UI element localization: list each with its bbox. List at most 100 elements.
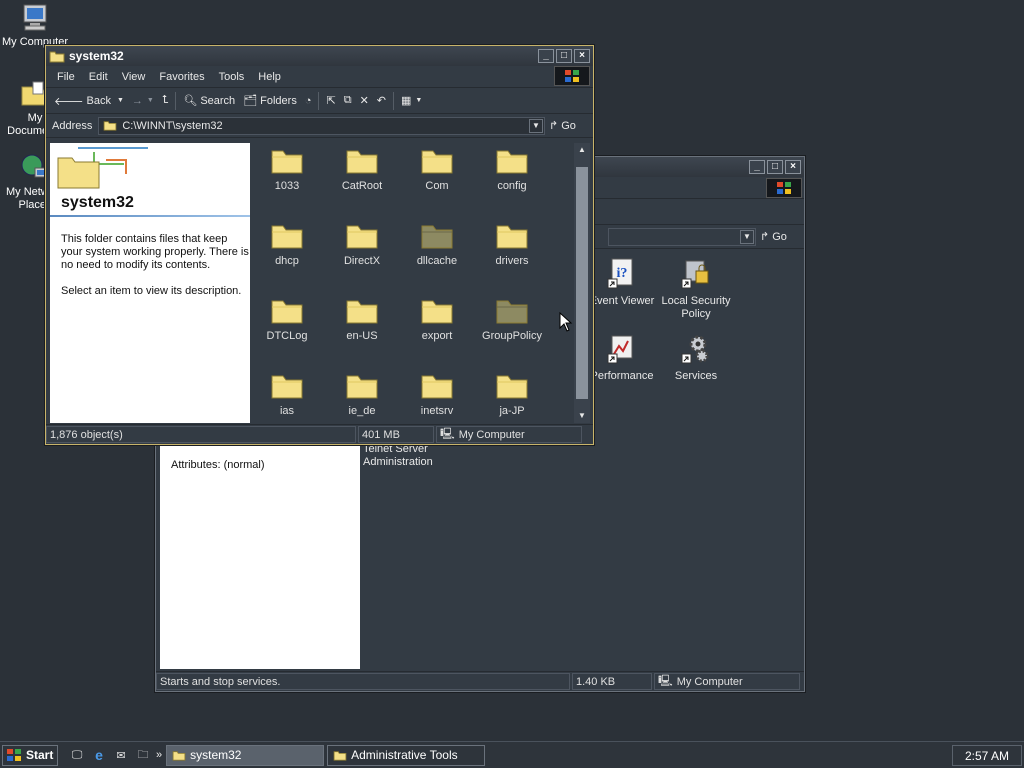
- internet-explorer-icon[interactable]: e: [90, 746, 108, 764]
- folder-item[interactable]: ie_de: [327, 372, 397, 417]
- undo-button[interactable]: ↶: [373, 91, 390, 111]
- show-desktop-icon[interactable]: 🖵: [68, 746, 86, 764]
- folder-icon: [421, 300, 453, 324]
- scroll-thumb[interactable]: [576, 167, 588, 399]
- local-security-policy-item[interactable]: Local Security Policy: [656, 257, 736, 321]
- menu-file[interactable]: File: [50, 71, 82, 83]
- folder-item[interactable]: Com: [402, 147, 472, 192]
- panel-heading: system32: [61, 194, 134, 211]
- telnet-server-administration-label[interactable]: Telnet Server Administration: [363, 443, 443, 469]
- mouse-cursor-icon: [559, 312, 573, 332]
- back-button[interactable]: 🡐 Back ▼: [50, 91, 128, 111]
- chevron-down-icon[interactable]: ▼: [147, 97, 154, 104]
- outlook-express-icon[interactable]: ✉: [112, 746, 130, 764]
- folder-item[interactable]: DirectX: [327, 222, 397, 267]
- menu-favorites[interactable]: Favorites: [152, 71, 211, 83]
- folder-label: DTCLog: [266, 330, 308, 342]
- chevron-down-icon[interactable]: ▼: [117, 97, 124, 104]
- folder-item[interactable]: DTCLog: [252, 297, 322, 342]
- folder-item[interactable]: 1033: [252, 147, 322, 192]
- quick-launch-chevron-icon[interactable]: »: [156, 749, 162, 761]
- close-button[interactable]: ×: [785, 160, 801, 174]
- system32-window[interactable]: system32 _ □ × File Edit View Favorites …: [45, 45, 594, 445]
- folders-button[interactable]: 🗂︎ Folders: [239, 91, 301, 111]
- back-go-button[interactable]: ↱ Go: [760, 230, 804, 244]
- maximize-button[interactable]: □: [767, 160, 783, 174]
- folder-icon: [346, 375, 378, 399]
- chevron-down-icon[interactable]: ▼: [529, 118, 543, 133]
- folder-label: ie_de: [348, 405, 376, 417]
- close-button[interactable]: ×: [574, 49, 590, 63]
- move-to-button[interactable]: ⇱: [322, 91, 339, 111]
- folder-icon: [496, 150, 528, 174]
- attributes-text: Attributes: (normal): [171, 459, 265, 471]
- folder-item[interactable]: dllcache: [402, 222, 472, 267]
- folder-info-panel: system32 This folder contains files that…: [50, 143, 250, 423]
- menu-tools[interactable]: Tools: [212, 71, 252, 83]
- folder-item[interactable]: inetsrv: [402, 372, 472, 417]
- folder-item[interactable]: drivers: [477, 222, 547, 267]
- taskbar: Start 🖵 e ✉ 🗀 » system32 Administrative T…: [0, 741, 1024, 768]
- folder-item[interactable]: dhcp: [252, 222, 322, 267]
- scroll-up-button[interactable]: ▲: [574, 143, 590, 157]
- forward-arrow-icon: →: [131, 94, 143, 107]
- chevron-down-icon[interactable]: ▼: [415, 97, 422, 104]
- folder-icon: [172, 750, 186, 761]
- event-viewer-label: Event Viewer: [589, 295, 655, 307]
- folder-label: GroupPolicy: [482, 330, 542, 342]
- go-button[interactable]: ↱ Go: [549, 119, 593, 133]
- system-clock[interactable]: 2:57 AM: [952, 745, 1022, 766]
- folder-item[interactable]: export: [402, 297, 472, 342]
- folder-item[interactable]: CatRoot: [327, 147, 397, 192]
- search-button[interactable]: 🔍︎ Search: [179, 91, 239, 111]
- menu-help[interactable]: Help: [251, 71, 288, 83]
- folder-item[interactable]: config: [477, 147, 547, 192]
- folder-icon: [104, 121, 117, 131]
- event-viewer-icon: i?: [607, 258, 633, 289]
- taskbar-button[interactable]: Administrative Tools: [327, 744, 486, 766]
- delete-button[interactable]: ✕: [356, 91, 373, 111]
- back-address-field[interactable]: ▼: [608, 227, 756, 246]
- status-size: 1.40 KB: [572, 673, 652, 690]
- menu-view[interactable]: View: [115, 71, 153, 83]
- folder-label: DirectX: [343, 255, 381, 267]
- minimize-button[interactable]: _: [749, 160, 765, 174]
- folder-label: inetsrv: [420, 405, 454, 417]
- menu-bar: File Edit View Favorites Tools Help: [46, 66, 593, 88]
- forward-button[interactable]: → ▼: [128, 91, 158, 111]
- chevron-down-icon[interactable]: ▼: [740, 229, 754, 244]
- address-input[interactable]: C:\WINNT\system32 ▼: [98, 116, 545, 135]
- folder-icon: [271, 225, 303, 249]
- services-item[interactable]: Services: [656, 332, 736, 383]
- computer-icon: 🖳: [658, 675, 673, 687]
- undo-icon: ↶: [376, 95, 386, 107]
- folder-item[interactable]: ja-JP: [477, 372, 547, 417]
- history-button[interactable]: ◔: [301, 91, 316, 111]
- views-button[interactable]: ▦ ▼: [397, 91, 426, 111]
- folder-icon: [271, 150, 303, 174]
- event-viewer-item[interactable]: i? Event Viewer: [582, 257, 662, 308]
- maximize-button[interactable]: □: [556, 49, 572, 63]
- up-folder-button[interactable]: ⮤: [158, 91, 173, 111]
- explorer-icon[interactable]: 🗀: [134, 746, 152, 764]
- move-to-icon: ⇱: [326, 95, 336, 107]
- taskbar-button[interactable]: system32: [166, 744, 325, 766]
- folder-grid: 1033 CatRoot Com config dhcp DirectX dllcache d…: [252, 143, 574, 423]
- menu-edit[interactable]: Edit: [82, 71, 115, 83]
- window-titlebar[interactable]: system32 _ □ ×: [46, 46, 593, 66]
- vertical-scrollbar[interactable]: ▲ ▼: [574, 143, 590, 423]
- folder-label: config: [497, 180, 527, 192]
- svg-text:i?: i?: [617, 266, 628, 281]
- performance-item[interactable]: Performance: [582, 332, 662, 383]
- folder-item[interactable]: ias: [252, 372, 322, 417]
- folder-label: 1033: [274, 180, 300, 192]
- folder-label: en-US: [346, 330, 378, 342]
- start-button[interactable]: Start: [2, 744, 58, 766]
- copy-to-button[interactable]: ⧉: [340, 91, 356, 111]
- desktop-icon-my-computer[interactable]: My Computer: [0, 2, 70, 49]
- scroll-down-button[interactable]: ▼: [574, 409, 590, 423]
- folder-item[interactable]: en-US: [327, 297, 397, 342]
- taskbar-button-label: Administrative Tools: [351, 748, 458, 762]
- folder-item[interactable]: GroupPolicy: [477, 297, 547, 342]
- minimize-button[interactable]: _: [538, 49, 554, 63]
